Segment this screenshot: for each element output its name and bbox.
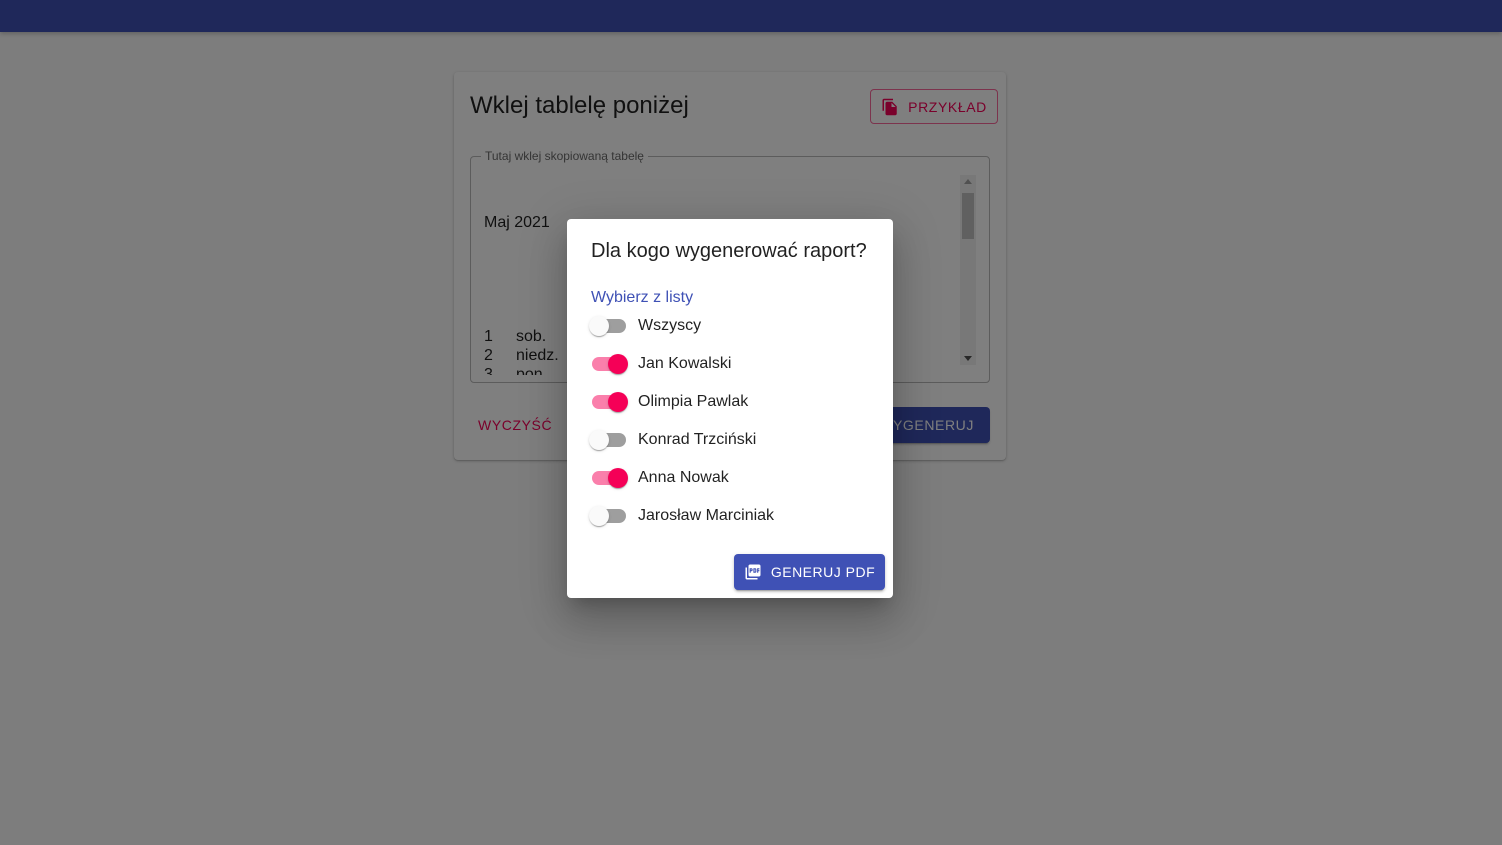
switch-knob[interactable]	[589, 316, 609, 336]
picture-as-pdf-icon	[745, 564, 761, 580]
person-switch-row[interactable]: Wszyscy	[589, 312, 702, 340]
toggle-switch[interactable]	[589, 506, 629, 526]
switch-knob[interactable]	[608, 354, 628, 374]
toggle-switch[interactable]	[591, 392, 629, 412]
switch-knob[interactable]	[589, 430, 609, 450]
report-dialog: Dla kogo wygenerować raport? Wybierz z l…	[567, 219, 893, 598]
generate-pdf-button[interactable]: GENERUJ PDF	[734, 554, 885, 590]
person-switch-row[interactable]: Jan Kowalski	[591, 350, 731, 378]
person-name: Wszyscy	[638, 317, 702, 334]
person-name: Konrad Trzciński	[638, 431, 757, 448]
person-name: Anna Nowak	[638, 469, 729, 486]
switch-knob[interactable]	[608, 392, 628, 412]
person-name: Jarosław Marciniak	[638, 507, 775, 524]
person-name: Jan Kowalski	[638, 355, 732, 372]
generate-pdf-label: GENERUJ PDF	[770, 564, 876, 580]
toggle-switch[interactable]	[589, 316, 629, 336]
list-label: Wybierz z listy	[591, 289, 694, 306]
person-switch-row[interactable]: Konrad Trzciński	[589, 426, 757, 454]
toggle-switch[interactable]	[591, 354, 629, 374]
person-switch-row[interactable]: Olimpia Pawlak	[591, 388, 748, 416]
person-switch-row[interactable]: Jarosław Marciniak	[589, 502, 775, 530]
dialog-title: Dla kogo wygenerować raport?	[591, 240, 867, 262]
switch-knob[interactable]	[608, 468, 628, 488]
person-name: Olimpia Pawlak	[638, 393, 749, 410]
switch-knob[interactable]	[589, 506, 609, 526]
toggle-switch[interactable]	[589, 430, 629, 450]
toggle-switch[interactable]	[591, 468, 629, 488]
person-switch-row[interactable]: Anna Nowak	[591, 464, 729, 492]
